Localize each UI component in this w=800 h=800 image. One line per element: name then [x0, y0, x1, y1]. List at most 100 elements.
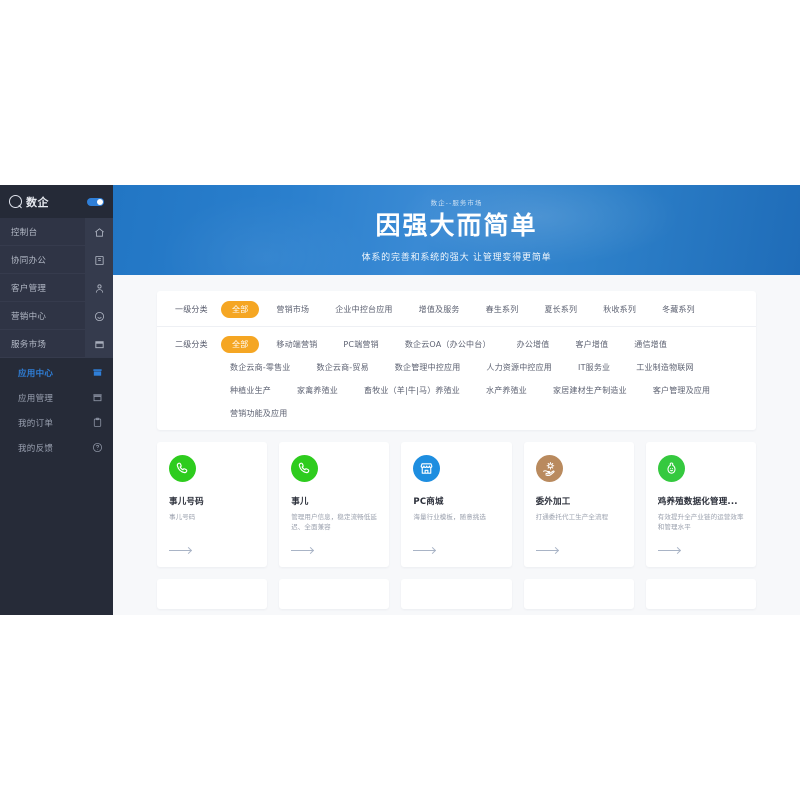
sidebar-item-app-management[interactable]: 应用管理 — [0, 385, 113, 410]
secondary-filter-tag-10[interactable]: 人力资源中控应用 — [477, 359, 561, 376]
app-card-grid-row2 — [157, 579, 756, 609]
sidebar-subitem-label: 我的反馈 — [18, 443, 54, 454]
sidebar-item-label: 协同办公 — [11, 255, 47, 266]
sidebar-subitem-label: 应用中心 — [18, 368, 54, 379]
app-card-description: 事儿号码 — [169, 513, 196, 521]
app-card[interactable] — [523, 579, 634, 609]
question-circle-icon — [92, 435, 103, 460]
secondary-filter-tags: 全部 移动端营销 PC端营销 数企云OA（办公中台） 办公增值 客户增值 通信增值数企云商-… — [221, 336, 738, 422]
smiley-icon — [85, 302, 113, 330]
app-card[interactable]: 事儿管理用户信息，稳定流畅低延迟、全面兼容 — [279, 442, 390, 567]
primary-filter-tag-3[interactable]: 增值及服务 — [410, 301, 469, 318]
secondary-filter-tag-8[interactable]: 数企云商-贸易 — [308, 359, 378, 376]
main-content: 数企--服务市场 因强大而简单 体系的完善和系统的强大 让管理变得更简单 一级分… — [113, 185, 800, 615]
arrow-right-icon[interactable] — [413, 550, 436, 551]
primary-filter-tags: 全部 营销市场 企业中控台应用 增值及服务 春生系列 夏长系列 秋收系列 冬藏系列 — [221, 301, 738, 318]
secondary-filter-tag-0[interactable]: 全部 — [221, 336, 260, 353]
app-card-title: PC商城 — [413, 497, 444, 507]
arrow-right-icon[interactable] — [657, 550, 680, 551]
secondary-filter-tag-7[interactable]: 数企云商-零售业 — [221, 359, 300, 376]
secondary-filter-tag-12[interactable]: 工业制造物联网 — [627, 359, 702, 376]
sidebar-submenu: 应用中心 应用管理 我的订单 我的反馈 — [0, 358, 113, 615]
app-card-description: 管理用户信息，稳定流畅低延迟、全面兼容 — [291, 513, 377, 532]
secondary-filter-tag-4[interactable]: 办公增值 — [508, 336, 559, 353]
hero-subtitle: 体系的完善和系统的强大 让管理变得更简单 — [361, 252, 552, 263]
hand-gear-icon — [535, 455, 563, 482]
secondary-filter-tag-11[interactable]: IT服务业 — [569, 359, 619, 376]
hero-title: 因强大而简单 — [375, 211, 538, 241]
arrow-right-icon[interactable] — [169, 550, 191, 551]
sidebar-item-label: 控制台 — [11, 227, 38, 238]
secondary-filter-tag-2[interactable]: PC端营销 — [334, 336, 387, 353]
primary-filter-tag-0[interactable]: 全部 — [221, 301, 260, 318]
secondary-filter-tag-9[interactable]: 数企管理中控应用 — [386, 359, 470, 376]
filter-panel: 一级分类 全部 营销市场 企业中控台应用 增值及服务 春生系列 夏长系列 秋收系列 冬藏系列 … — [157, 291, 756, 430]
primary-filter-label: 一级分类 — [175, 305, 208, 314]
sidebar-subitem-label: 应用管理 — [18, 393, 54, 404]
app-card-grid: 事儿号码 事儿号码 事儿 管理用户信息，稳定流畅低延迟、全面兼容 PC商城 海量行业模板，… — [157, 442, 756, 567]
primary-filter-tag-5[interactable]: 夏长系列 — [535, 301, 586, 318]
phone-icon — [169, 455, 196, 482]
arrow-right-icon[interactable] — [535, 550, 558, 551]
app-card[interactable]: 事儿号码 事儿号码 — [157, 442, 268, 567]
sidebar-item-collaborative-office[interactable]: 协同办公 ‹ — [0, 246, 113, 274]
primary-filter-tag-7[interactable]: 冬藏系列 — [653, 301, 704, 318]
sidebar-item-my-feedback[interactable]: 我的反馈 — [0, 435, 113, 460]
app-card-description: 海量行业模板，随意挑选 — [413, 513, 486, 521]
home-icon — [85, 218, 113, 246]
sidebar-item-app-center[interactable]: 应用中心 — [0, 360, 113, 385]
app-card[interactable]: 委外加工打通委托代工生产全流程 — [523, 442, 634, 567]
app-card-description: 有效提升全产业链的运营效率和管理水平 — [657, 513, 744, 532]
sidebar-collapse-toggle[interactable] — [87, 197, 104, 206]
app-card[interactable] — [157, 579, 268, 609]
arrow-right-icon[interactable] — [291, 550, 314, 551]
shop-filled-icon — [92, 360, 103, 385]
primary-filter-tag-4[interactable]: 春生系列 — [477, 301, 528, 318]
secondary-filter-tag-3[interactable]: 数企云OA（办公中台） — [396, 336, 500, 353]
secondary-filter-tag-15[interactable]: 畜牧业（羊|牛|马）养殖业 — [355, 382, 469, 399]
sidebar-item-service-market[interactable]: 服务市场 ⌄ — [0, 330, 113, 358]
app-card[interactable] — [279, 579, 390, 609]
service-market-page: 数企 控制台 协同办公 ‹ 客户管理 ‹ — [0, 185, 800, 615]
primary-filter-tag-2[interactable]: 企业中控台应用 — [326, 301, 401, 318]
app-card-title: 鸡养殖数据化管理... — [657, 497, 738, 507]
secondary-filter-tag-16[interactable]: 水产养殖业 — [477, 382, 536, 399]
primary-filter-tag-6[interactable]: 秋收系列 — [594, 301, 645, 318]
shop-icon — [85, 330, 113, 358]
magnifier-logo-icon — [9, 195, 22, 208]
app-card[interactable]: 鸡养殖数据化管理... 有效提升全产业链的运营效率和管理水平 — [645, 442, 756, 567]
secondary-filter-tag-17[interactable]: 家居建材生产制造业 — [544, 382, 636, 399]
secondary-filter-label: 二级分类 — [175, 340, 208, 349]
app-card[interactable]: PC商城海量行业模板，随意挑选 — [401, 442, 512, 567]
sidebar-logo[interactable]: 数企 — [0, 185, 113, 218]
secondary-filter-row: 二级分类 全部 移动端营销 PC端营销 数企云OA（办公中台） 办公增值 客户增值 通信增值… — [157, 326, 756, 422]
sidebar-item-customer-management[interactable]: 客户管理 ‹ — [0, 274, 113, 302]
app-card[interactable] — [645, 579, 756, 609]
sidebar-main-menu: 控制台 协同办公 ‹ 客户管理 ‹ 营 — [0, 218, 113, 358]
secondary-filter-tag-18[interactable]: 客户管理及应用 — [644, 382, 719, 399]
phone-icon — [291, 455, 319, 482]
sidebar: 数企 控制台 协同办公 ‹ 客户管理 ‹ — [0, 185, 113, 615]
secondary-filter-tag-13[interactable]: 种植业生产 — [221, 382, 280, 399]
app-card-title: 事儿号码 — [169, 497, 204, 507]
app-card-description: 打通委托代工生产全流程 — [535, 513, 609, 521]
app-card[interactable] — [401, 579, 512, 609]
app-card-title: 委外加工 — [535, 497, 571, 507]
hero-kicker: 数企--服务市场 — [430, 199, 483, 208]
sidebar-item-label: 营销中心 — [11, 311, 47, 322]
sidebar-item-marketing-center[interactable]: 营销中心 ‹ — [0, 302, 113, 330]
document-icon — [85, 246, 113, 274]
secondary-filter-tag-19[interactable]: 营销功能及应用 — [221, 405, 296, 422]
chicken-icon — [657, 455, 685, 482]
sidebar-item-label: 客户管理 — [11, 283, 47, 294]
secondary-filter-tag-5[interactable]: 客户增值 — [566, 336, 617, 353]
primary-filter-tag-1[interactable]: 营销市场 — [267, 301, 318, 318]
app-card-title: 事儿 — [291, 497, 309, 507]
sidebar-item-console[interactable]: 控制台 — [0, 218, 113, 246]
secondary-filter-tag-6[interactable]: 通信增值 — [625, 336, 676, 353]
shop-outline-icon — [92, 385, 103, 410]
sidebar-item-my-orders[interactable]: 我的订单 — [0, 410, 113, 435]
clipboard-icon — [92, 410, 103, 435]
secondary-filter-tag-14[interactable]: 家禽养殖业 — [288, 382, 347, 399]
secondary-filter-tag-1[interactable]: 移动端营销 — [267, 336, 326, 353]
